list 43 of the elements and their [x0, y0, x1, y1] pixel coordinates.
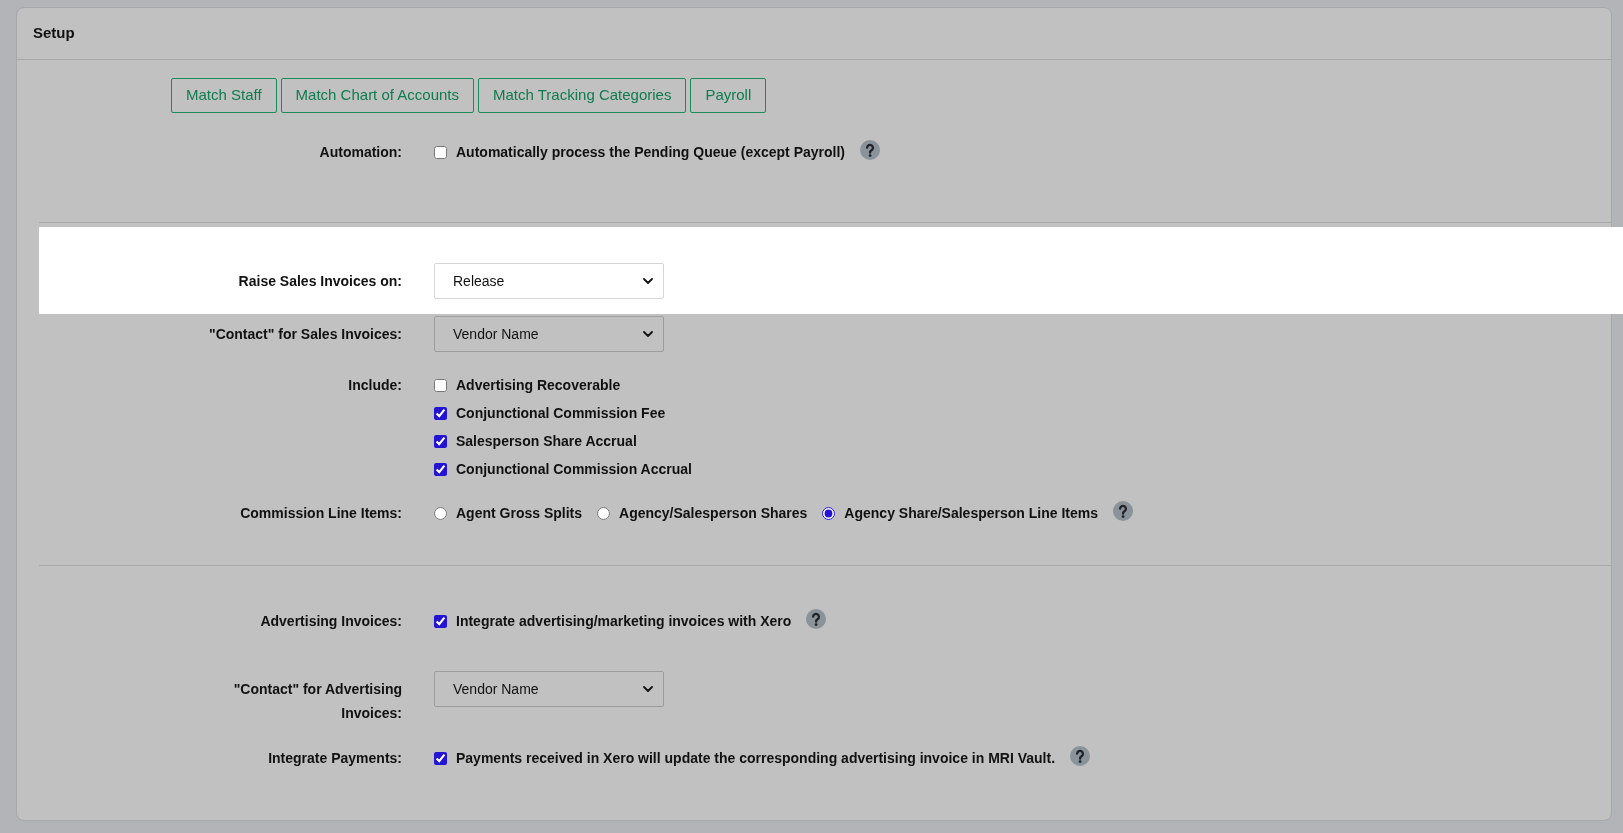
radio-button[interactable] — [822, 506, 836, 520]
field-label: "Contact" for Sales Invoices: — [209, 325, 402, 344]
field-label: Advertising Invoices: — [260, 612, 402, 631]
checkbox[interactable] — [434, 434, 447, 448]
option-label: Agent Gross Splits — [456, 503, 583, 523]
field-label: "Contact" for Advertising Invoices: — [232, 680, 402, 723]
action-button[interactable]: Payroll — [690, 78, 767, 113]
checkbox[interactable] — [434, 378, 447, 392]
option-label: Salesperson Share Accrual — [456, 431, 637, 451]
option-label: Conjunctional Commission Fee — [456, 403, 666, 423]
option-label: Agency Share/Salesperson Line Items — [844, 503, 1098, 523]
help-icon[interactable] — [860, 139, 880, 160]
dropdown[interactable]: Vendor Name — [434, 316, 664, 352]
option-label: Payments received in Xero will update the corresponding advertising invoice in MRI Vault. — [456, 748, 1056, 768]
chevron-icon — [643, 686, 653, 692]
panel-title: Setup — [33, 23, 75, 44]
help-icon[interactable] — [1113, 500, 1133, 521]
option-label: Integrate advertising/marketing invoices with Xero — [456, 611, 792, 631]
field-label: Commission Line Items: — [240, 504, 402, 523]
chevron-icon — [643, 278, 653, 284]
option-label: Automatically process the Pending Queue (except Payroll) — [456, 142, 845, 162]
help-icon[interactable] — [806, 608, 827, 629]
checkbox[interactable] — [434, 614, 447, 628]
dropdown[interactable]: Vendor Name — [434, 671, 664, 707]
action-button[interactable]: Match Staff — [171, 78, 277, 113]
checkbox[interactable] — [434, 145, 447, 159]
action-button[interactable]: Match Chart of Accounts — [280, 78, 474, 113]
field-label: Automation: — [319, 143, 402, 162]
field-label: Integrate Payments: — [268, 749, 402, 768]
radio-button[interactable] — [597, 506, 611, 520]
action-button[interactable]: Match Tracking Categories — [478, 78, 687, 113]
field-label: Include: — [348, 376, 402, 395]
dropdown[interactable]: Release — [434, 263, 664, 299]
checkbox[interactable] — [434, 462, 447, 476]
help-icon[interactable] — [1070, 745, 1091, 766]
option-label: Advertising Recoverable — [456, 375, 621, 395]
field-label: Raise Sales Invoices on: — [238, 272, 402, 291]
option-label: Conjunctional Commission Accrual — [456, 459, 692, 479]
option-label: Agency/Salesperson Shares — [619, 503, 808, 523]
radio-button[interactable] — [434, 506, 447, 520]
chevron-icon — [643, 331, 653, 337]
checkbox[interactable] — [434, 406, 447, 420]
checkbox[interactable] — [434, 751, 447, 765]
